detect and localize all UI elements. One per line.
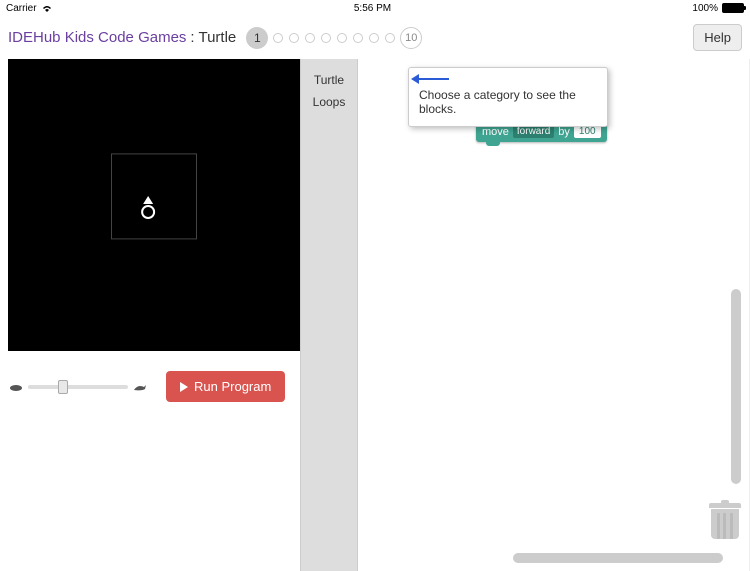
level-1-pill[interactable]: 1 xyxy=(246,27,268,49)
main: Run Program Turtle Loops Choose a catego… xyxy=(0,59,750,571)
clock: 5:56 PM xyxy=(354,3,391,14)
block-move-label: move xyxy=(482,126,509,138)
level-dot[interactable] xyxy=(273,33,283,43)
level-dot[interactable] xyxy=(337,33,347,43)
battery-icon xyxy=(722,3,744,13)
blockly-workspace[interactable]: Choose a category to see the blocks. mov… xyxy=(358,59,750,571)
level-dot[interactable] xyxy=(289,33,299,43)
help-button[interactable]: Help xyxy=(693,24,742,51)
tooltip: Choose a category to see the blocks. xyxy=(408,67,608,127)
run-program-button[interactable]: Run Program xyxy=(166,371,285,402)
level-dot[interactable] xyxy=(321,33,331,43)
wifi-icon xyxy=(41,4,53,12)
battery-percent: 100% xyxy=(692,3,718,14)
header: IDEHub Kids Code Games : Turtle 1 10 Hel… xyxy=(0,16,750,59)
vertical-scrollbar[interactable] xyxy=(731,289,741,484)
tooltip-text: Choose a category to see the blocks. xyxy=(419,88,576,116)
app-title: IDEHub Kids Code Games xyxy=(8,29,186,46)
category-panel: Turtle Loops xyxy=(300,59,358,571)
turtle-cursor xyxy=(141,205,155,219)
left-panel: Run Program xyxy=(0,59,300,571)
turtle-slow-icon xyxy=(8,382,24,392)
trash-icon[interactable] xyxy=(709,503,741,541)
level-dot[interactable] xyxy=(385,33,395,43)
game-name: : Turtle xyxy=(190,29,236,46)
rabbit-fast-icon xyxy=(132,382,148,392)
level-dot[interactable] xyxy=(369,33,379,43)
slider-thumb[interactable] xyxy=(58,380,68,394)
arrow-left-icon xyxy=(419,78,449,80)
category-loops[interactable]: Loops xyxy=(305,91,353,113)
play-icon xyxy=(180,382,188,392)
controls-row: Run Program xyxy=(8,371,292,402)
speed-slider-group xyxy=(8,382,148,392)
level-dot[interactable] xyxy=(353,33,363,43)
block-by-label: by xyxy=(558,126,570,138)
carrier-label: Carrier xyxy=(6,3,37,14)
turtle-canvas xyxy=(8,59,300,351)
status-bar: Carrier 5:56 PM 100% xyxy=(0,0,750,16)
speed-slider[interactable] xyxy=(28,385,128,389)
category-turtle[interactable]: Turtle xyxy=(305,69,353,91)
run-label: Run Program xyxy=(194,379,271,394)
level-10-pill[interactable]: 10 xyxy=(400,27,422,49)
level-dot[interactable] xyxy=(305,33,315,43)
target-shape xyxy=(111,153,197,239)
